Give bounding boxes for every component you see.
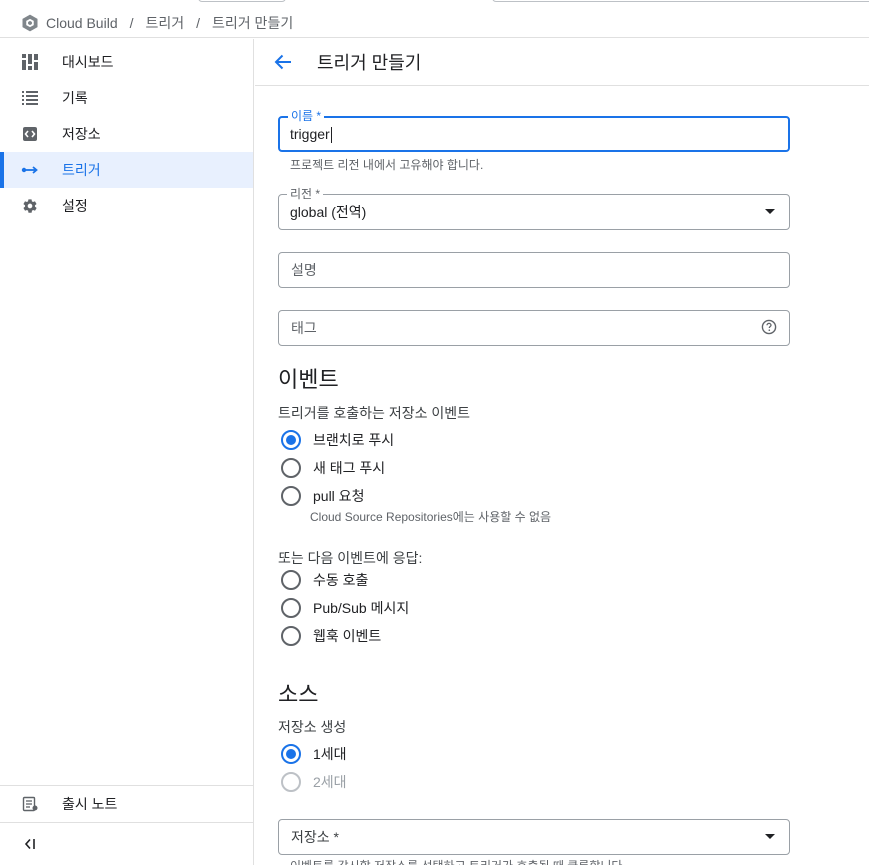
gear-icon xyxy=(20,196,40,216)
breadcrumb-app[interactable]: Cloud Build xyxy=(46,15,118,31)
region-select-value: global (전역) xyxy=(290,204,367,220)
breadcrumb-page: 트리거 만들기 xyxy=(212,14,294,31)
sidebar-item-release-notes[interactable]: 출시 노트 xyxy=(0,785,253,821)
tags-placeholder: 태그 xyxy=(291,320,317,336)
radio-label: 웹훅 이벤트 xyxy=(313,628,382,644)
page-header: 트리거 만들기 xyxy=(255,39,869,86)
trigger-arrow-icon xyxy=(20,160,40,180)
code-icon xyxy=(20,124,40,144)
radio-label: 2세대 xyxy=(313,774,347,790)
collapse-icon xyxy=(20,834,40,854)
name-field-value: trigger xyxy=(290,126,332,144)
breadcrumb-section[interactable]: 트리거 xyxy=(146,13,185,33)
radio-circle xyxy=(281,570,301,590)
sidebar-item-repositories[interactable]: 저장소 xyxy=(0,116,253,152)
radio-circle xyxy=(281,626,301,646)
help-icon[interactable] xyxy=(761,319,777,340)
pull-request-note: Cloud Source Repositories에는 사용할 수 없음 xyxy=(310,510,552,524)
repository-hint: 이벤트를 감시할 저장소를 선택하고 트리거가 호출될 때 클론합니다. xyxy=(290,857,626,865)
sidebar-item-triggers[interactable]: 트리거 xyxy=(0,152,253,188)
text-cursor xyxy=(330,127,332,144)
top-search-fragment xyxy=(492,0,869,2)
radio-circle xyxy=(281,598,301,618)
name-hint: 프로젝트 리전 내에서 고유해야 합니다. xyxy=(290,158,484,172)
radio-gen-2[interactable]: 2세대 xyxy=(281,772,347,792)
list-icon xyxy=(20,88,40,108)
sidebar-item-label: 트리거 xyxy=(62,162,101,178)
description-placeholder: 설명 xyxy=(291,262,317,278)
sidebar-item-history[interactable]: 기록 xyxy=(0,80,253,116)
top-toolbar-fragment xyxy=(198,0,286,2)
dropdown-arrow-icon xyxy=(765,209,775,214)
release-notes-label: 출시 노트 xyxy=(62,795,118,812)
sidebar-item-label: 설정 xyxy=(62,198,88,214)
back-arrow-icon[interactable] xyxy=(271,50,295,74)
sidebar-item-label: 기록 xyxy=(62,90,88,106)
cloud-build-logo-icon xyxy=(22,14,38,31)
radio-label: 1세대 xyxy=(313,746,347,762)
dashboard-icon xyxy=(20,52,40,72)
radio-circle xyxy=(281,744,301,764)
radio-pull-request[interactable]: pull 요청 xyxy=(281,486,364,506)
breadcrumb-separator: / xyxy=(196,14,201,31)
radio-push-tag[interactable]: 새 태그 푸시 xyxy=(281,458,385,478)
event-subheading: 트리거를 호출하는 저장소 이벤트 xyxy=(278,405,470,421)
breadcrumb: Cloud Build / 트리거 / 트리거 만들기 xyxy=(0,8,869,38)
tags-field[interactable]: 태그 xyxy=(278,310,790,346)
radio-webhook-event[interactable]: 웹훅 이벤트 xyxy=(281,626,381,646)
description-field[interactable]: 설명 xyxy=(278,252,790,288)
breadcrumb-separator: / xyxy=(129,14,134,31)
name-field[interactable]: 이름 * trigger xyxy=(278,109,790,152)
radio-pubsub-message[interactable]: Pub/Sub 메시지 xyxy=(281,598,409,618)
radio-circle xyxy=(281,430,301,450)
radio-circle xyxy=(281,458,301,478)
event-heading: 이벤트 xyxy=(278,367,339,392)
region-select[interactable]: 리전 * global (전역) xyxy=(278,187,790,230)
sidebar-item-label: 저장소 xyxy=(62,126,101,142)
radio-circle xyxy=(281,486,301,506)
radio-circle xyxy=(281,772,301,792)
sidebar-item-label: 대시보드 xyxy=(62,54,114,70)
release-notes-icon xyxy=(20,794,40,814)
source-heading: 소스 xyxy=(278,682,319,707)
source-subheading: 저장소 생성 xyxy=(278,719,347,735)
radio-label: 수동 호출 xyxy=(313,572,369,588)
radio-label: 브랜치로 푸시 xyxy=(313,432,395,448)
radio-gen-1[interactable]: 1세대 xyxy=(281,744,347,764)
sidebar: 대시보드 기록 저장소 트리거 설정 출시 노트 xyxy=(0,39,254,865)
radio-push-branch[interactable]: 브랜치로 푸시 xyxy=(281,430,394,450)
radio-label: 새 태그 푸시 xyxy=(313,460,386,476)
dropdown-arrow-icon xyxy=(765,834,775,839)
radio-label: pull 요청 xyxy=(313,488,365,504)
page-title: 트리거 만들기 xyxy=(317,53,422,73)
radio-label: Pub/Sub 메시지 xyxy=(313,600,410,616)
radio-manual-invocation[interactable]: 수동 호출 xyxy=(281,570,368,590)
main-content: 트리거 만들기 이름 * trigger 프로젝트 리전 내에서 고유해야 합니… xyxy=(255,39,869,865)
sidebar-item-dashboard[interactable]: 대시보드 xyxy=(0,44,253,80)
alt-event-subheading: 또는 다음 이벤트에 응답: xyxy=(278,550,423,566)
repository-select[interactable]: 저장소 * xyxy=(278,819,790,855)
collapse-sidebar-button[interactable] xyxy=(0,822,253,865)
sidebar-item-settings[interactable]: 설정 xyxy=(0,188,253,224)
repository-placeholder: 저장소 * xyxy=(291,829,339,845)
